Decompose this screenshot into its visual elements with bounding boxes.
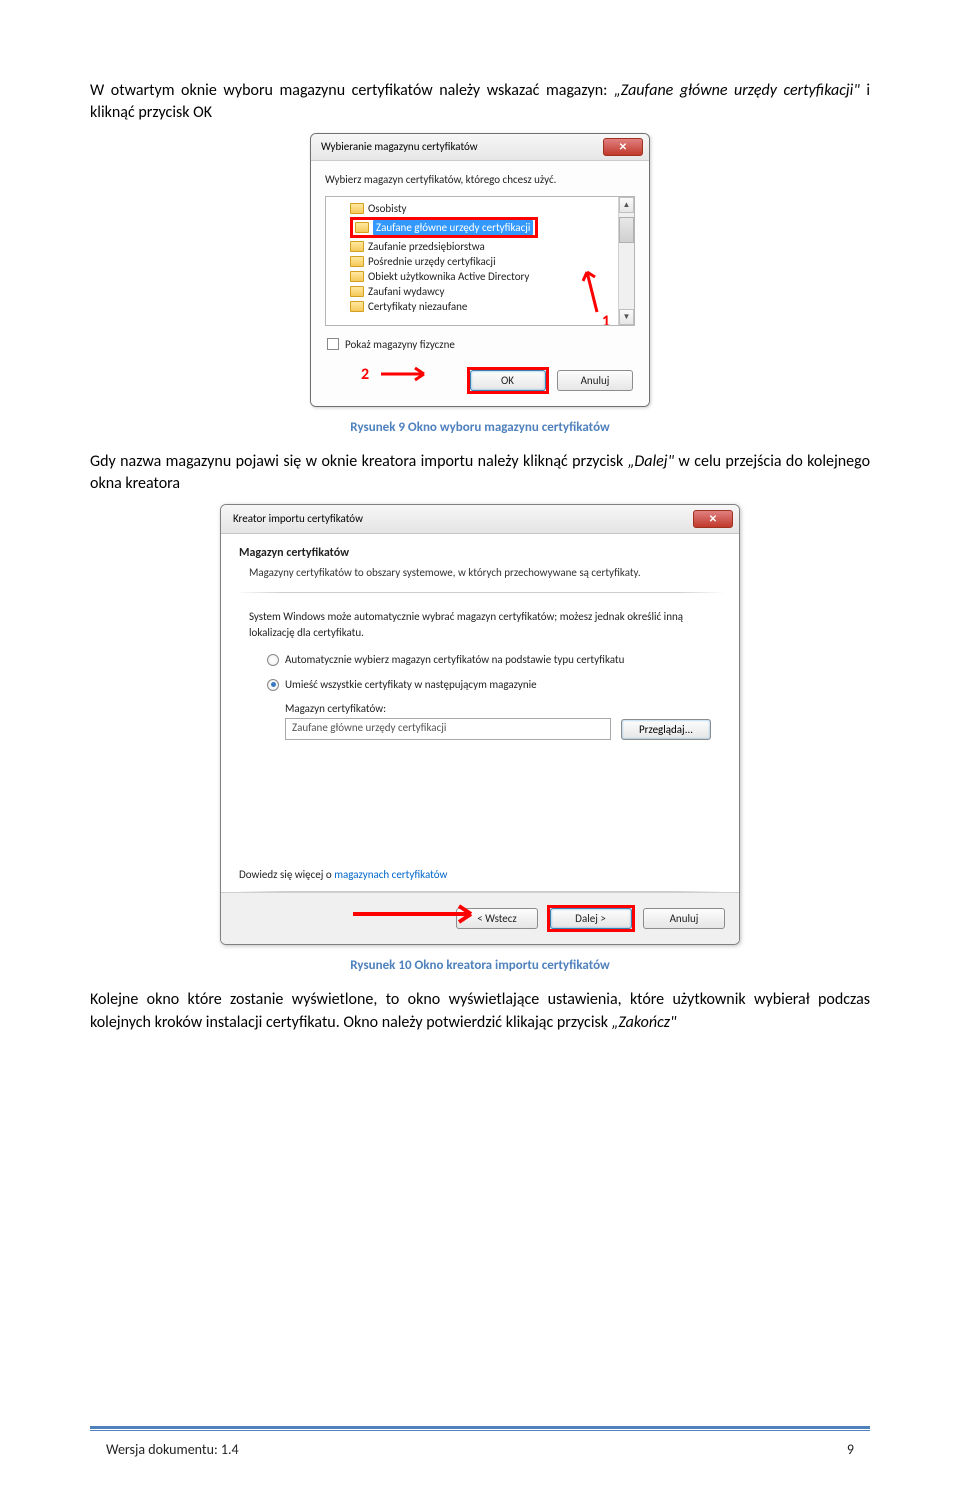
dialog-instruction: Wybierz magazyn certyfikatów, którego ch… [325, 173, 635, 186]
next-button[interactable]: Dalej > [550, 908, 632, 929]
para-3: Kolejne okno które zostanie wyświetlone,… [90, 989, 870, 1034]
browse-button[interactable]: Przeglądaj... [621, 719, 711, 740]
scroll-up-icon[interactable]: ▲ [619, 197, 634, 213]
cancel-button[interactable]: Anuluj [643, 908, 725, 929]
divider [235, 592, 725, 593]
scroll-down-icon[interactable]: ▼ [619, 309, 634, 325]
radio-icon[interactable] [267, 654, 279, 666]
close-icon[interactable]: ✕ [693, 510, 733, 528]
para-2: Gdy nazwa magazynu pojawi się w oknie kr… [90, 451, 870, 496]
learn-more-link[interactable]: magazynach certyfikatów [334, 868, 447, 881]
folder-icon [355, 222, 369, 233]
page-number: 9 [847, 1441, 854, 1458]
cert-store-tree[interactable]: Osobisty Zaufane główne urzędy certyfika… [325, 196, 635, 326]
dialog-titlebar: Kreator importu certyfikatów ✕ [221, 505, 739, 534]
cert-store-dialog: Wybieranie magazynu certyfikatów ✕ Wybie… [310, 133, 650, 407]
body-text: System Windows może automatycznie wybrać… [249, 609, 711, 640]
page-footer: Wersja dokumentu: 1.4 9 [90, 1426, 870, 1458]
intro-paragraph: W otwartym oknie wyboru magazynu certyfi… [90, 80, 870, 125]
folder-icon [350, 256, 364, 267]
ok-button[interactable]: OK [470, 370, 546, 391]
dialog-titlebar: Wybieranie magazynu certyfikatów ✕ [311, 134, 649, 161]
footer-rule [90, 1426, 870, 1429]
annotation-arrow-3 [351, 903, 481, 928]
close-icon[interactable]: ✕ [603, 138, 643, 156]
checkbox-icon[interactable] [327, 338, 339, 350]
annotation-arrow-2 [379, 365, 429, 386]
learn-more-row: Dowiedz się więcej o magazynach certyfik… [221, 758, 739, 891]
folder-icon [350, 271, 364, 282]
footer-rule [90, 1430, 870, 1431]
show-physical-checkbox[interactable]: Pokaż magazyny fizyczne [327, 338, 635, 351]
doc-version: Wersja dokumentu: 1.4 [106, 1441, 239, 1458]
tree-item: Osobisty [330, 201, 634, 216]
store-input[interactable]: Zaufane główne urzędy certyfikacji [285, 718, 611, 740]
store-label: Magazyn certyfikatów: [249, 694, 711, 718]
section-heading: Magazyn certyfikatów [221, 534, 739, 566]
folder-icon [350, 301, 364, 312]
intro-italic: „Zaufane główne urzędy certyfikacji" [614, 81, 860, 100]
cancel-button[interactable]: Anuluj [557, 370, 633, 391]
annotation-marker-1: 1 [602, 312, 610, 326]
scrollbar[interactable]: ▲ ▼ [618, 197, 634, 325]
figure-caption-1: Rysunek 9 Okno wyboru magazynu certyfika… [90, 420, 870, 435]
tree-item: Zaufanie przedsiębiorstwa [330, 239, 634, 254]
dialog-title: Kreator importu certyfikatów [233, 512, 363, 525]
folder-icon [350, 241, 364, 252]
dialog-title: Wybieranie magazynu certyfikatów [321, 140, 478, 153]
annotation-marker-2: 2 [361, 365, 369, 384]
scroll-thumb[interactable] [619, 217, 634, 243]
folder-icon [350, 286, 364, 297]
folder-icon [350, 203, 364, 214]
section-subtext: Magazyny certyfikatów to obszary systemo… [221, 566, 739, 593]
tree-item-selected: Zaufane główne urzędy certyfikacji [330, 216, 634, 239]
intro-text: W otwartym oknie wyboru magazynu certyfi… [90, 81, 614, 100]
radio-specify[interactable]: Umieść wszystkie certyfikaty w następują… [249, 675, 711, 694]
cert-import-wizard-dialog: Kreator importu certyfikatów ✕ Magazyn c… [220, 504, 740, 946]
radio-auto[interactable]: Automatycznie wybierz magazyn certyfikat… [249, 650, 711, 669]
radio-icon[interactable] [267, 679, 279, 691]
figure-caption-2: Rysunek 10 Okno kreatora importu certyfi… [90, 958, 870, 973]
